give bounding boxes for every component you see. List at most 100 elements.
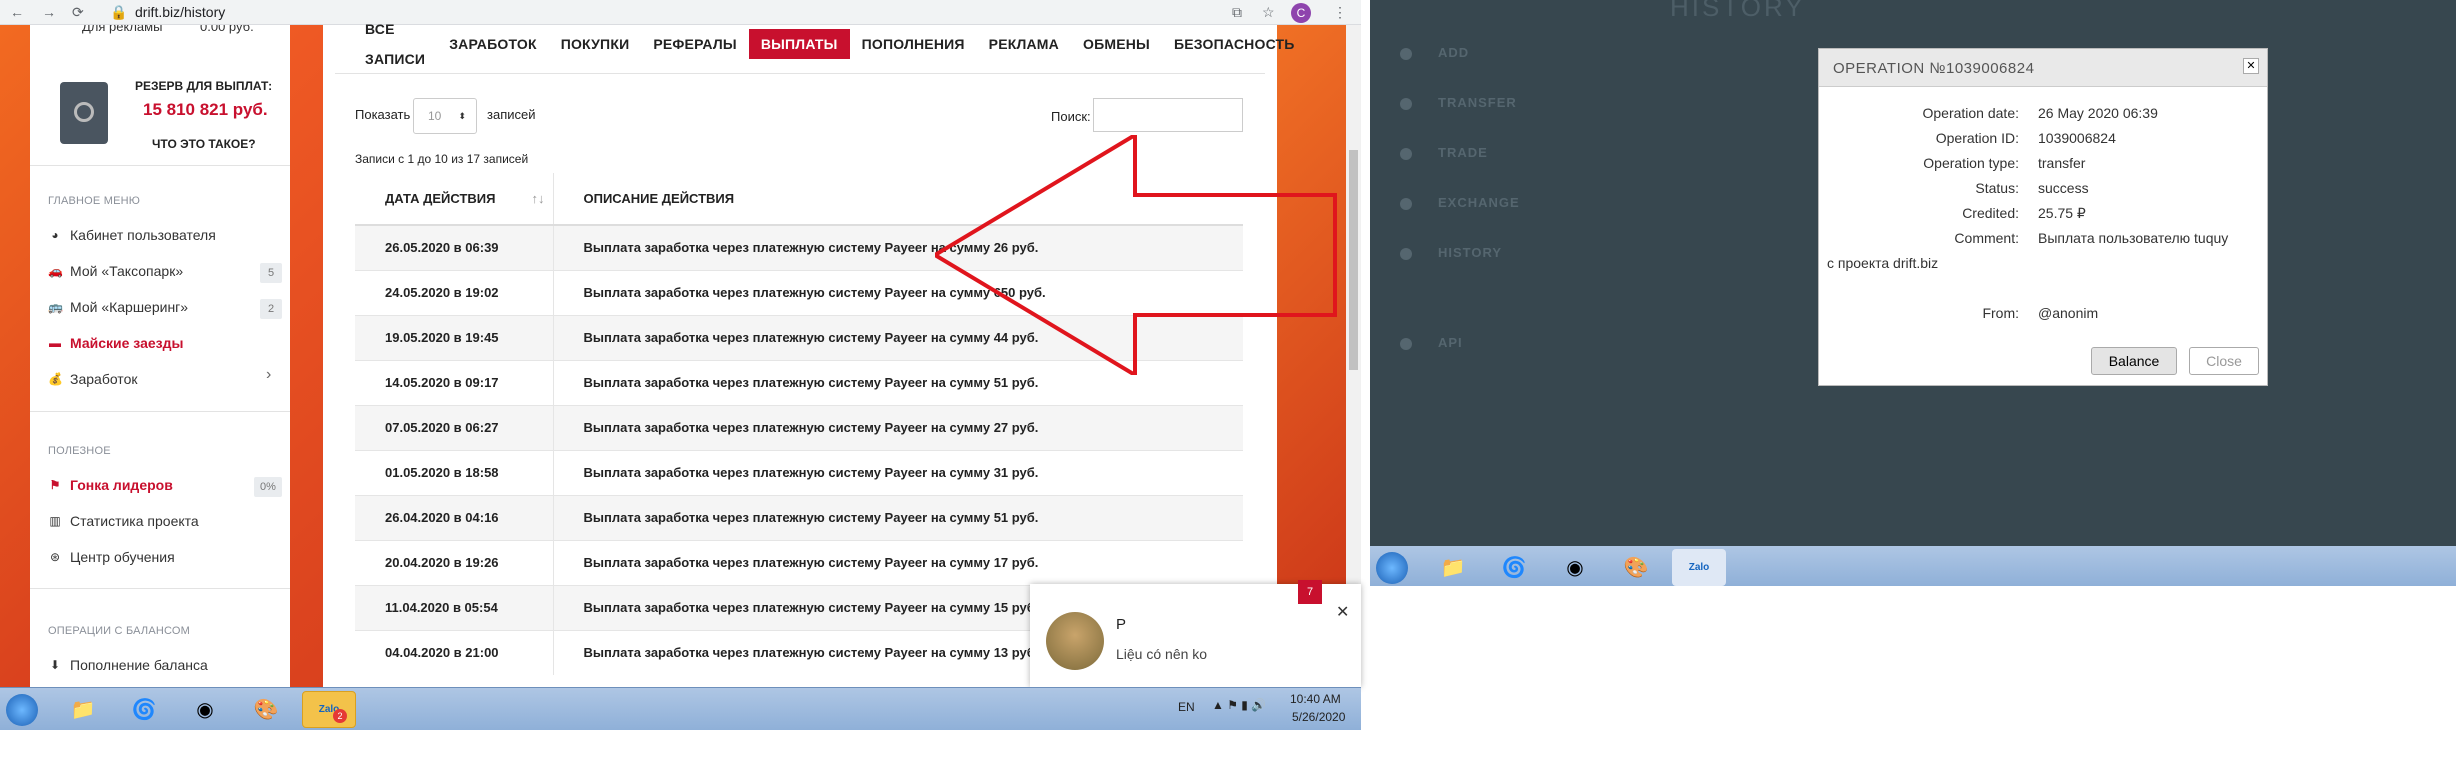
moneybag-icon: 💰 bbox=[48, 372, 63, 386]
nav-icon bbox=[1400, 337, 1412, 350]
balance-button[interactable]: Balance bbox=[2091, 347, 2177, 375]
sidebar-item-training[interactable]: ⊛ Центр обучения bbox=[48, 549, 175, 565]
zalo-icon[interactable]: Zalo 2 bbox=[302, 691, 356, 728]
zalo-icon[interactable]: Zalo bbox=[1672, 549, 1726, 586]
nav-icon bbox=[1400, 197, 1412, 210]
dashboard-icon: ◕ bbox=[51, 228, 59, 242]
sidebar-item-leaders[interactable]: ⚑ Гонка лидеров bbox=[48, 477, 173, 493]
sidebar-item-may-races[interactable]: ▬ Майские заезды bbox=[48, 335, 183, 351]
detail-label: Comment: bbox=[1954, 230, 2019, 246]
safe-icon bbox=[60, 82, 108, 144]
paint-icon[interactable]: 🎨 bbox=[1609, 549, 1663, 586]
flag-icon: ⚑ bbox=[49, 478, 61, 492]
app-icon[interactable]: 🌀 bbox=[117, 691, 171, 728]
row-date: 24.05.2020 в 19:02 bbox=[355, 269, 554, 315]
detail-label: Status: bbox=[1975, 180, 2019, 196]
row-description: Выплата заработка через платежную систем… bbox=[553, 494, 1243, 540]
section-main-menu: ГЛАВНОЕ МЕНЮ bbox=[48, 195, 141, 207]
taxipark-count: 5 bbox=[260, 263, 282, 283]
nav-item-api[interactable]: API bbox=[1400, 318, 1520, 368]
page-size-select[interactable]: 10 ⬍ bbox=[413, 98, 477, 134]
right-nav: ADD TRANSFER TRADE EXCHANGE HISTORY API bbox=[1400, 28, 1520, 368]
tab-item-7[interactable]: ОБМЕНЫ bbox=[1071, 29, 1162, 59]
search-label: Поиск: bbox=[1051, 109, 1091, 124]
profile-avatar[interactable]: C bbox=[1291, 3, 1311, 23]
detail-value: success bbox=[2038, 180, 2089, 196]
detail-label: Operation type: bbox=[1923, 155, 2019, 171]
tab-item-2[interactable]: ПОКУПКИ bbox=[549, 29, 642, 59]
nav-item-add[interactable]: ADD bbox=[1400, 28, 1520, 78]
sidebar-item-deposit[interactable]: ⬇ Пополнение баланса bbox=[48, 657, 208, 673]
tray-icons[interactable]: ▲ ⚑ ▮ 🔊 bbox=[1212, 698, 1266, 712]
tab-payouts[interactable]: ВЫПЛАТЫ bbox=[748, 29, 850, 59]
nav-item-trade[interactable]: TRADE bbox=[1400, 128, 1520, 178]
operation-dialog: OPERATION №1039006824 ✕ Operation date: 2… bbox=[1818, 48, 2268, 386]
tab-item-6[interactable]: РЕКЛАМА bbox=[977, 29, 1071, 59]
row-date: 26.04.2020 в 04:16 bbox=[355, 494, 554, 540]
column-header-date[interactable]: ДАТА ДЕЙСТВИЯ ↑↓ bbox=[355, 173, 554, 226]
back-icon[interactable]: ← bbox=[10, 0, 24, 25]
sidebar-item-stats[interactable]: ▥ Статистика проекта bbox=[48, 513, 198, 529]
page-bg-left bbox=[0, 25, 30, 687]
reload-icon[interactable]: ⟳ bbox=[72, 0, 84, 25]
language-indicator[interactable]: EN bbox=[1178, 700, 1195, 714]
sidebar-item-carsharing[interactable]: 🚌 Мой «Каршеринг» bbox=[48, 299, 188, 315]
explorer-icon[interactable]: 📁 bbox=[56, 691, 110, 728]
row-description: Выплата заработка через платежную систем… bbox=[553, 404, 1243, 450]
explorer-icon[interactable]: 📁 bbox=[1426, 549, 1480, 586]
detail-value: Выплата пользователю tuquy bbox=[2038, 230, 2229, 246]
chrome-icon[interactable]: ◉ bbox=[178, 691, 232, 728]
from-value: @anonim bbox=[2038, 305, 2099, 321]
start-button[interactable] bbox=[1370, 549, 1414, 586]
row-date: 14.05.2020 в 09:17 bbox=[355, 359, 554, 405]
tab-item-0[interactable]: ВСЕ ЗАПИСИ bbox=[353, 14, 437, 74]
app-icon[interactable]: 🌀 bbox=[1487, 549, 1541, 586]
reserve-link[interactable]: ЧТО ЭТО ТАКОЕ? bbox=[152, 137, 256, 151]
sidebar-item-taxipark[interactable]: 🚗 Мой «Таксопарк» bbox=[48, 263, 183, 279]
star-icon[interactable]: ☆ bbox=[1262, 0, 1275, 25]
paint-icon[interactable]: 🎨 bbox=[239, 691, 293, 728]
taskbar-second: 📁 🌀 ◉ 🎨 Zalo bbox=[1370, 546, 2456, 586]
nav-icon bbox=[1400, 97, 1412, 110]
chrome-icon[interactable]: ◉ bbox=[1548, 549, 1602, 586]
close-icon[interactable]: ✕ bbox=[1336, 602, 1349, 622]
detail-label: Operation ID: bbox=[1935, 130, 2019, 146]
reserve-label: РЕЗЕРВ ДЛЯ ВЫПЛАТ: bbox=[135, 79, 273, 93]
clock-date[interactable]: 5/26/2020 bbox=[1292, 710, 1345, 724]
menu-icon[interactable]: ⋮ bbox=[1333, 0, 1347, 25]
chat-message: Liệu có nên ko bbox=[1116, 646, 1208, 662]
sidebar-item-earnings[interactable]: 💰 Заработок bbox=[48, 371, 137, 387]
taskbar: 📁 🌀 ◉ 🎨 Zalo 2 EN ▲ ⚑ ▮ 🔊 10:40 AM 5/26/… bbox=[0, 687, 1361, 730]
table-row: 01.05.2020 в 18:58 Выплата заработка чере… bbox=[355, 449, 1243, 495]
records-info: Записи с 1 до 10 из 17 записей bbox=[355, 152, 529, 166]
close-button[interactable]: Close bbox=[2189, 347, 2259, 375]
search-input[interactable] bbox=[1093, 98, 1243, 132]
sidebar-item-cabinet[interactable]: ◕ Кабинет пользователя bbox=[48, 227, 215, 243]
clock-time[interactable]: 10:40 AM bbox=[1290, 692, 1341, 706]
tab-item-8[interactable]: БЕЗОПАСНОСТЬ bbox=[1162, 29, 1307, 59]
page-bg-gap bbox=[290, 25, 323, 687]
row-date: 07.05.2020 в 06:27 bbox=[355, 404, 554, 450]
nav-item-transfer[interactable]: TRANSFER bbox=[1400, 78, 1520, 128]
forward-icon[interactable]: → bbox=[42, 0, 56, 25]
download-icon: ⬇ bbox=[49, 658, 61, 672]
nav-item-history[interactable]: HISTORY bbox=[1400, 228, 1520, 278]
chart-icon: ▥ bbox=[49, 514, 61, 528]
chevron-right-icon: › bbox=[266, 366, 272, 383]
tab-item-5[interactable]: ПОПОЛНЕНИЯ bbox=[850, 29, 977, 59]
row-date: 20.04.2020 в 19:26 bbox=[355, 539, 554, 585]
tab-item-3[interactable]: РЕФЕРАЛЫ bbox=[641, 29, 748, 59]
dialog-header: OPERATION №1039006824 ✕ bbox=[1819, 49, 2267, 87]
nav-icon bbox=[1400, 47, 1412, 60]
tab-item-1[interactable]: ЗАРАБОТОК bbox=[437, 29, 549, 59]
detail-label: Credited: bbox=[1962, 205, 2019, 221]
row-date: 11.04.2020 в 05:54 bbox=[355, 584, 554, 630]
row-date: 19.05.2020 в 19:45 bbox=[355, 314, 554, 360]
translate-icon[interactable]: ⧉ bbox=[1232, 0, 1242, 25]
nav-item-exchange[interactable]: EXCHANGE bbox=[1400, 178, 1520, 228]
annotation-arrow-left bbox=[935, 135, 1337, 375]
address-bar[interactable]: drift.biz/history bbox=[135, 3, 225, 22]
start-button[interactable] bbox=[0, 691, 44, 728]
show-label: Показать bbox=[355, 107, 411, 122]
close-icon[interactable]: ✕ bbox=[2243, 58, 2259, 74]
